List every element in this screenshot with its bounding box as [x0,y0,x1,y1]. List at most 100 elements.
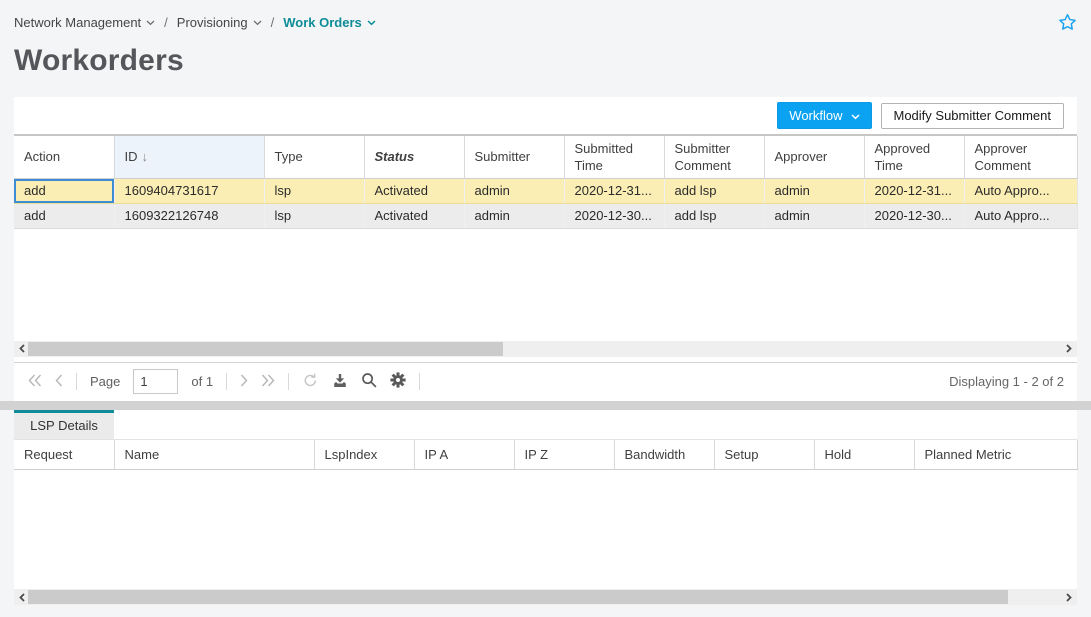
favorite-button[interactable] [1056,11,1079,36]
scrollbar-thumb[interactable] [28,342,503,356]
cell-submitted-time[interactable]: 2020-12-31... [564,178,664,203]
workorders-panel: Workflow Modify Submitter Comment Action… [14,97,1077,401]
breadcrumb-label: Work Orders [283,15,362,30]
sort-descending-icon: ↓ [142,149,149,164]
panel-separator [0,401,1091,410]
column-header-planned-metric[interactable]: Planned Metric [914,440,1077,470]
column-header-approved-time[interactable]: Approved Time [864,136,964,178]
cell-submitter-comment[interactable]: add lsp [664,203,764,228]
lsp-details-grid: Request Name LspIndex IP A IP Z Bandwidt… [14,439,1077,471]
scroll-left-arrow-icon[interactable] [17,593,27,602]
lsp-details-empty-area [14,470,1077,589]
displaying-count: Displaying 1 - 2 of 2 [949,374,1064,389]
cell-type[interactable]: lsp [264,203,364,228]
chevron-down-icon [253,20,262,26]
double-chevron-right-icon [261,374,275,390]
next-page-button[interactable] [240,374,248,390]
cell-id[interactable]: 1609322126748 [114,203,264,228]
column-header-status[interactable]: Status [364,136,464,178]
column-header-setup[interactable]: Setup [714,440,814,470]
cell-approver[interactable]: admin [764,178,864,203]
page-number-input[interactable] [133,369,178,394]
cell-id[interactable]: 1609404731617 [114,178,264,203]
column-header-bandwidth[interactable]: Bandwidth [614,440,714,470]
cell-action[interactable]: add [14,178,114,203]
cell-type[interactable]: lsp [264,178,364,203]
page-title: Workorders [14,41,1077,81]
breadcrumb-label: Provisioning [177,15,248,30]
page-count-label: of 1 [191,374,213,389]
page-header: Network Management / Provisioning / Work… [0,0,1091,97]
cell-action[interactable]: add [14,203,114,228]
scrollbar-thumb[interactable] [28,590,1008,604]
workorders-grid: Action ID ↓ Type Status Submitter Submitt… [14,134,1077,229]
chevron-down-icon [367,20,376,26]
download-icon [332,373,348,391]
cell-approver[interactable]: admin [764,203,864,228]
pagination-toolbar: Page of 1 [14,362,1077,401]
toolbar-divider [288,373,289,390]
cell-approver-comment[interactable]: Auto Appro... [964,178,1077,203]
workorders-header-row: Action ID ↓ Type Status Submitter Submitt… [14,136,1077,178]
cell-submitter[interactable]: admin [464,203,564,228]
last-page-button[interactable] [261,374,275,390]
double-chevron-left-icon [28,374,42,390]
details-tab-bar: LSP Details [14,410,1077,439]
tab-lsp-details[interactable]: LSP Details [14,410,114,439]
settings-button[interactable] [390,372,406,391]
prev-page-button[interactable] [55,374,63,390]
breadcrumb-item-work-orders[interactable]: Work Orders [283,15,376,30]
column-header-request[interactable]: Request [14,440,114,470]
toolbar-divider [419,373,420,390]
cell-submitted-time[interactable]: 2020-12-30... [564,203,664,228]
column-header-submitter-comment[interactable]: Submitter Comment [664,136,764,178]
column-header-action[interactable]: Action [14,136,114,178]
modify-submitter-comment-button[interactable]: Modify Submitter Comment [881,103,1065,129]
chevron-left-icon [55,374,63,390]
search-button[interactable] [361,372,377,391]
column-header-lspindex[interactable]: LspIndex [314,440,414,470]
column-header-approver-comment[interactable]: Approver Comment [964,136,1077,178]
workorders-grid-empty-area [14,229,1077,341]
first-page-button[interactable] [28,374,42,390]
column-header-submitter[interactable]: Submitter [464,136,564,178]
search-icon [361,372,377,391]
breadcrumb-item-network-management[interactable]: Network Management [14,15,155,30]
page-label: Page [90,374,120,389]
column-header-ip-a[interactable]: IP A [414,440,514,470]
column-header-label: ID [125,149,138,164]
column-header-type[interactable]: Type [264,136,364,178]
lsp-details-panel: LSP Details Request Name LspIndex IP A I… [14,410,1077,606]
table-row[interactable]: add 1609322126748 lsp Activated admin 20… [14,203,1077,228]
cell-approver-comment[interactable]: Auto Appro... [964,203,1077,228]
cell-status[interactable]: Activated [364,203,464,228]
scroll-right-arrow-icon[interactable] [1064,344,1074,353]
breadcrumb-label: Network Management [14,15,141,30]
column-header-name[interactable]: Name [114,440,314,470]
scroll-left-arrow-icon[interactable] [17,344,27,353]
breadcrumb-item-provisioning[interactable]: Provisioning [177,15,262,30]
scroll-right-arrow-icon[interactable] [1064,593,1074,602]
toolbar-divider [76,373,77,390]
chevron-down-icon [851,108,860,123]
column-header-ip-z[interactable]: IP Z [514,440,614,470]
workorders-horizontal-scrollbar[interactable] [14,341,1077,357]
breadcrumb-separator: / [271,15,275,30]
chevron-right-icon [240,374,248,390]
workflow-button[interactable]: Workflow [777,102,871,129]
column-header-hold[interactable]: Hold [814,440,914,470]
cell-approved-time[interactable]: 2020-12-31... [864,178,964,203]
refresh-icon [302,372,319,392]
cell-status[interactable]: Activated [364,178,464,203]
lsp-details-horizontal-scrollbar[interactable] [14,589,1077,605]
cell-submitter[interactable]: admin [464,178,564,203]
cell-approved-time[interactable]: 2020-12-30... [864,203,964,228]
column-header-id[interactable]: ID ↓ [114,136,264,178]
workflow-button-label: Workflow [789,108,842,123]
column-header-submitted-time[interactable]: Submitted Time [564,136,664,178]
column-header-approver[interactable]: Approver [764,136,864,178]
table-row-selected[interactable]: add 1609404731617 lsp Activated admin 20… [14,178,1077,203]
export-button[interactable] [332,373,348,391]
cell-submitter-comment[interactable]: add lsp [664,178,764,203]
refresh-button[interactable] [302,372,319,392]
